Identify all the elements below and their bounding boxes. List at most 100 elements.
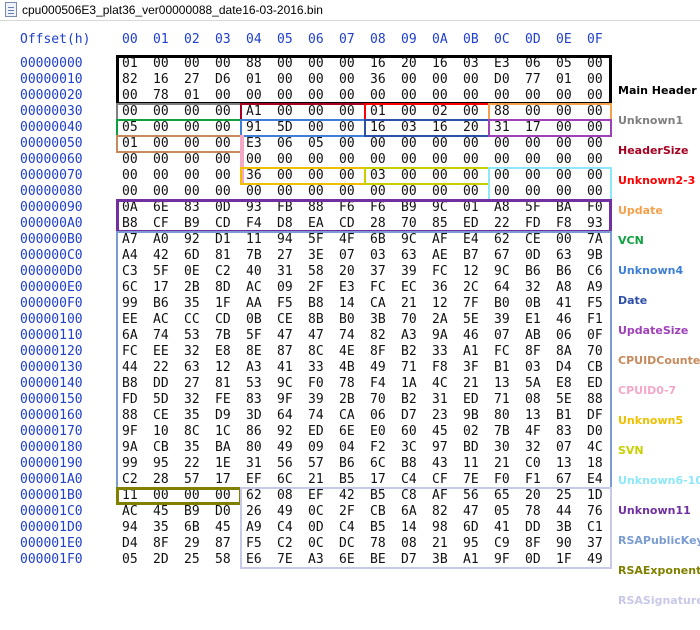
hex-byte[interactable]: 00	[556, 88, 572, 103]
hex-byte[interactable]: F0	[308, 376, 324, 391]
hex-byte[interactable]: 5F	[153, 264, 169, 279]
hex-byte[interactable]: 3B	[556, 520, 572, 535]
hex-byte[interactable]: 45	[153, 504, 169, 519]
hex-byte[interactable]: 7B	[246, 248, 262, 263]
hex-byte[interactable]: 39	[401, 264, 417, 279]
hex-byte[interactable]: 2B	[339, 392, 355, 407]
hex-byte[interactable]: 00	[463, 152, 479, 167]
hex-byte[interactable]: 42	[153, 248, 169, 263]
hex-byte[interactable]: B8	[122, 216, 138, 231]
hex-byte[interactable]: 00	[215, 184, 231, 199]
hex-byte[interactable]: 65	[494, 488, 510, 503]
hex-byte[interactable]: F5	[277, 296, 293, 311]
hex-byte[interactable]: 47	[308, 328, 324, 343]
hex-byte[interactable]: 00	[401, 72, 417, 87]
hex-view[interactable]: Offset(h) 00 01 02 03 04 05 06 07 08 09 0A 0B 0C 0D 0E 0…	[0, 22, 612, 630]
hex-byte[interactable]: 25	[556, 488, 572, 503]
hex-byte[interactable]: 5D	[277, 120, 293, 135]
hex-byte[interactable]: 41	[277, 360, 293, 375]
hex-byte[interactable]: B9	[401, 200, 417, 215]
hex-byte[interactable]: 00	[587, 56, 603, 71]
hex-byte[interactable]: 57	[184, 472, 200, 487]
hex-byte[interactable]: 00	[401, 88, 417, 103]
hex-byte[interactable]: 78	[525, 504, 541, 519]
hex-byte[interactable]: 00	[463, 136, 479, 151]
hex-byte[interactable]: 00	[153, 104, 169, 119]
hex-byte[interactable]: C8	[401, 488, 417, 503]
hex-byte[interactable]: 41	[556, 296, 572, 311]
hex-byte[interactable]: C4	[277, 520, 293, 535]
hex-byte[interactable]: 21	[463, 376, 479, 391]
hex-byte[interactable]: FC	[122, 344, 138, 359]
hex-byte[interactable]: 8D	[215, 280, 231, 295]
hex-byte[interactable]: 00	[432, 88, 448, 103]
hex-byte[interactable]: 88	[494, 104, 510, 119]
hex-byte[interactable]: 20	[525, 488, 541, 503]
hex-byte[interactable]: FC	[432, 264, 448, 279]
hex-byte[interactable]: CB	[370, 504, 386, 519]
hex-byte[interactable]: 00	[246, 88, 262, 103]
hex-byte[interactable]: 14	[401, 520, 417, 535]
hex-byte[interactable]: 9A	[122, 440, 138, 455]
hex-byte[interactable]: 4C	[432, 376, 448, 391]
hex-byte[interactable]: 78	[339, 376, 355, 391]
hex-byte[interactable]: 4F	[525, 424, 541, 439]
hex-byte[interactable]: 00	[525, 104, 541, 119]
hex-byte[interactable]: 00	[153, 152, 169, 167]
hex-byte[interactable]: F1	[525, 472, 541, 487]
hex-byte[interactable]: 71	[494, 392, 510, 407]
hex-byte[interactable]: 08	[277, 488, 293, 503]
hex-byte[interactable]: 00	[370, 152, 386, 167]
hex-byte[interactable]: 17	[153, 280, 169, 295]
hex-byte[interactable]: A4	[122, 248, 138, 263]
hex-byte[interactable]: 00	[215, 104, 231, 119]
hex-byte[interactable]: 01	[246, 72, 262, 87]
hex-byte[interactable]: 63	[401, 248, 417, 263]
hex-byte[interactable]: D4	[122, 536, 138, 551]
hex-byte[interactable]: 74	[153, 328, 169, 343]
hex-byte[interactable]: 00	[370, 88, 386, 103]
hex-byte[interactable]: 5F	[308, 232, 324, 247]
hex-byte[interactable]: 58	[308, 264, 324, 279]
hex-byte[interactable]: 95	[153, 456, 169, 471]
hex-byte[interactable]: 83	[246, 392, 262, 407]
hex-byte[interactable]: B1	[556, 408, 572, 423]
hex-byte[interactable]: 3B	[432, 552, 448, 567]
hex-byte[interactable]: 23	[432, 408, 448, 423]
hex-byte[interactable]: 09	[308, 440, 324, 455]
hex-byte[interactable]: EF	[246, 472, 262, 487]
hex-byte[interactable]: B0	[494, 296, 510, 311]
hex-byte[interactable]: EA	[308, 216, 324, 231]
hex-byte[interactable]: 49	[277, 504, 293, 519]
hex-byte[interactable]: F1	[587, 312, 603, 327]
hex-byte[interactable]: 03	[401, 120, 417, 135]
hex-byte[interactable]: 00	[339, 88, 355, 103]
hex-byte[interactable]: 36	[370, 72, 386, 87]
hex-byte[interactable]: 00	[215, 488, 231, 503]
hex-byte[interactable]: 10	[153, 424, 169, 439]
hex-byte[interactable]: 97	[432, 440, 448, 455]
hex-byte[interactable]: DC	[339, 536, 355, 551]
hex-byte[interactable]: 2F	[339, 504, 355, 519]
hex-byte[interactable]: 94	[122, 520, 138, 535]
hex-byte[interactable]: F4	[246, 216, 262, 231]
hex-byte[interactable]: 0B	[525, 296, 541, 311]
hex-byte[interactable]: C0	[525, 456, 541, 471]
hex-byte[interactable]: 00	[463, 168, 479, 183]
hex-byte[interactable]: 92	[277, 424, 293, 439]
hex-byte[interactable]: 2C	[463, 280, 479, 295]
hex-byte[interactable]: B1	[494, 360, 510, 375]
hex-byte[interactable]: 57	[308, 456, 324, 471]
hex-byte[interactable]: 11	[246, 232, 262, 247]
hex-byte[interactable]: 00	[587, 152, 603, 167]
hex-byte[interactable]: 00	[339, 152, 355, 167]
hex-byte[interactable]: 6B	[184, 520, 200, 535]
hex-byte[interactable]: 01	[184, 88, 200, 103]
hex-byte[interactable]: 33	[432, 344, 448, 359]
hex-byte[interactable]: 6E	[339, 552, 355, 567]
file-tab[interactable]: cpu000506E3_plat36_ver00000088_date16-03…	[0, 0, 700, 21]
hex-byte[interactable]: 47	[463, 504, 479, 519]
hex-byte[interactable]: 45	[432, 424, 448, 439]
hex-byte[interactable]: E8	[215, 344, 231, 359]
hex-byte[interactable]: 9C	[277, 376, 293, 391]
